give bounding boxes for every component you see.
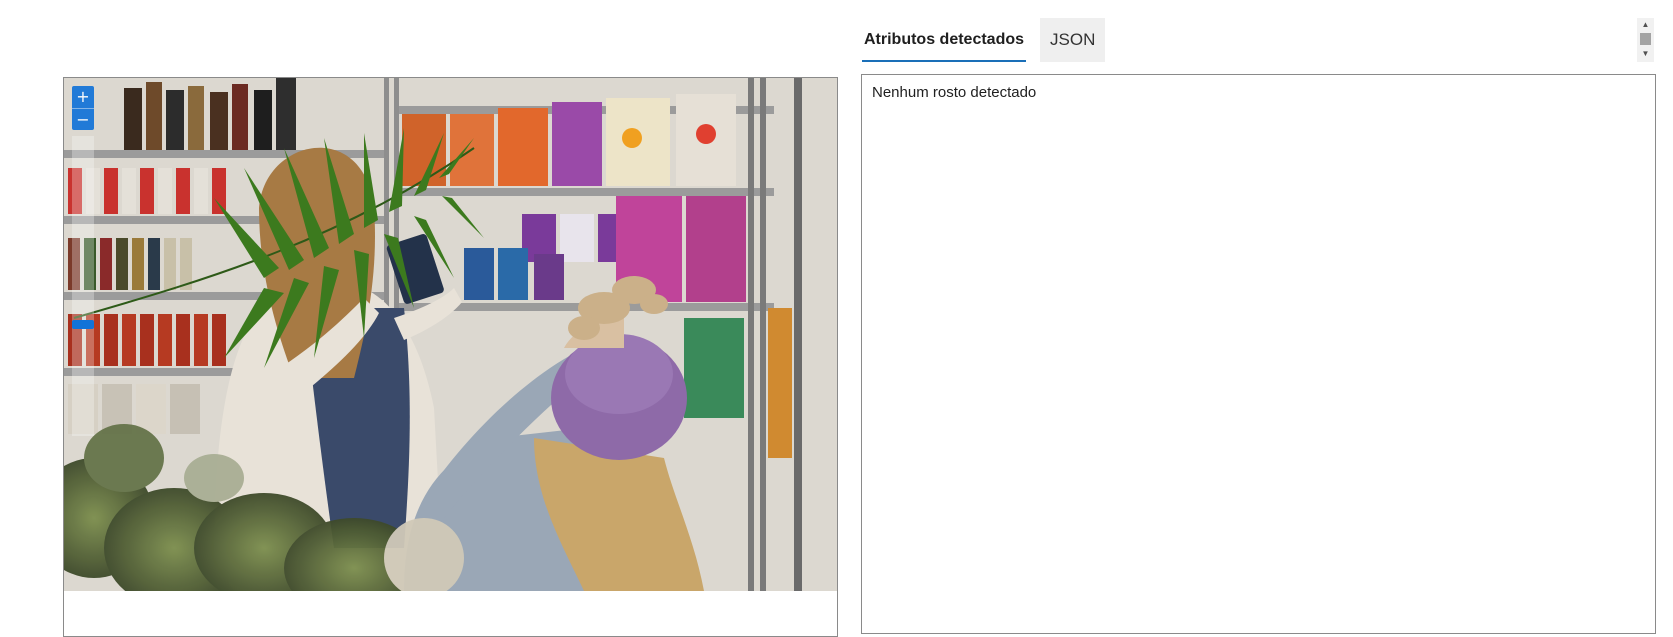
no-face-message: Nenhum rosto detectado [872, 84, 1037, 101]
image-viewer: + − [63, 77, 838, 637]
scroll-down-icon[interactable]: ▼ [1637, 47, 1654, 60]
results-tabs: Atributos detectados JSON [862, 18, 1106, 62]
analyzed-photo [64, 78, 837, 591]
zoom-out-button[interactable]: − [72, 108, 94, 130]
zoom-slider-thumb[interactable] [72, 320, 94, 329]
zoom-slider-track[interactable] [72, 136, 94, 436]
page-scrollbar[interactable]: ▲ ▼ [1637, 18, 1654, 62]
tab-detected-attributes[interactable]: Atributos detectados [862, 18, 1027, 62]
zoom-in-button[interactable]: + [72, 86, 94, 108]
shop-photo-illustration [64, 78, 837, 591]
scroll-thumb[interactable] [1640, 33, 1651, 45]
tab-json[interactable]: JSON [1040, 18, 1106, 62]
scroll-up-icon[interactable]: ▲ [1637, 18, 1654, 31]
zoom-controls: + − [72, 86, 94, 130]
results-panel: Nenhum rosto detectado [861, 74, 1656, 634]
